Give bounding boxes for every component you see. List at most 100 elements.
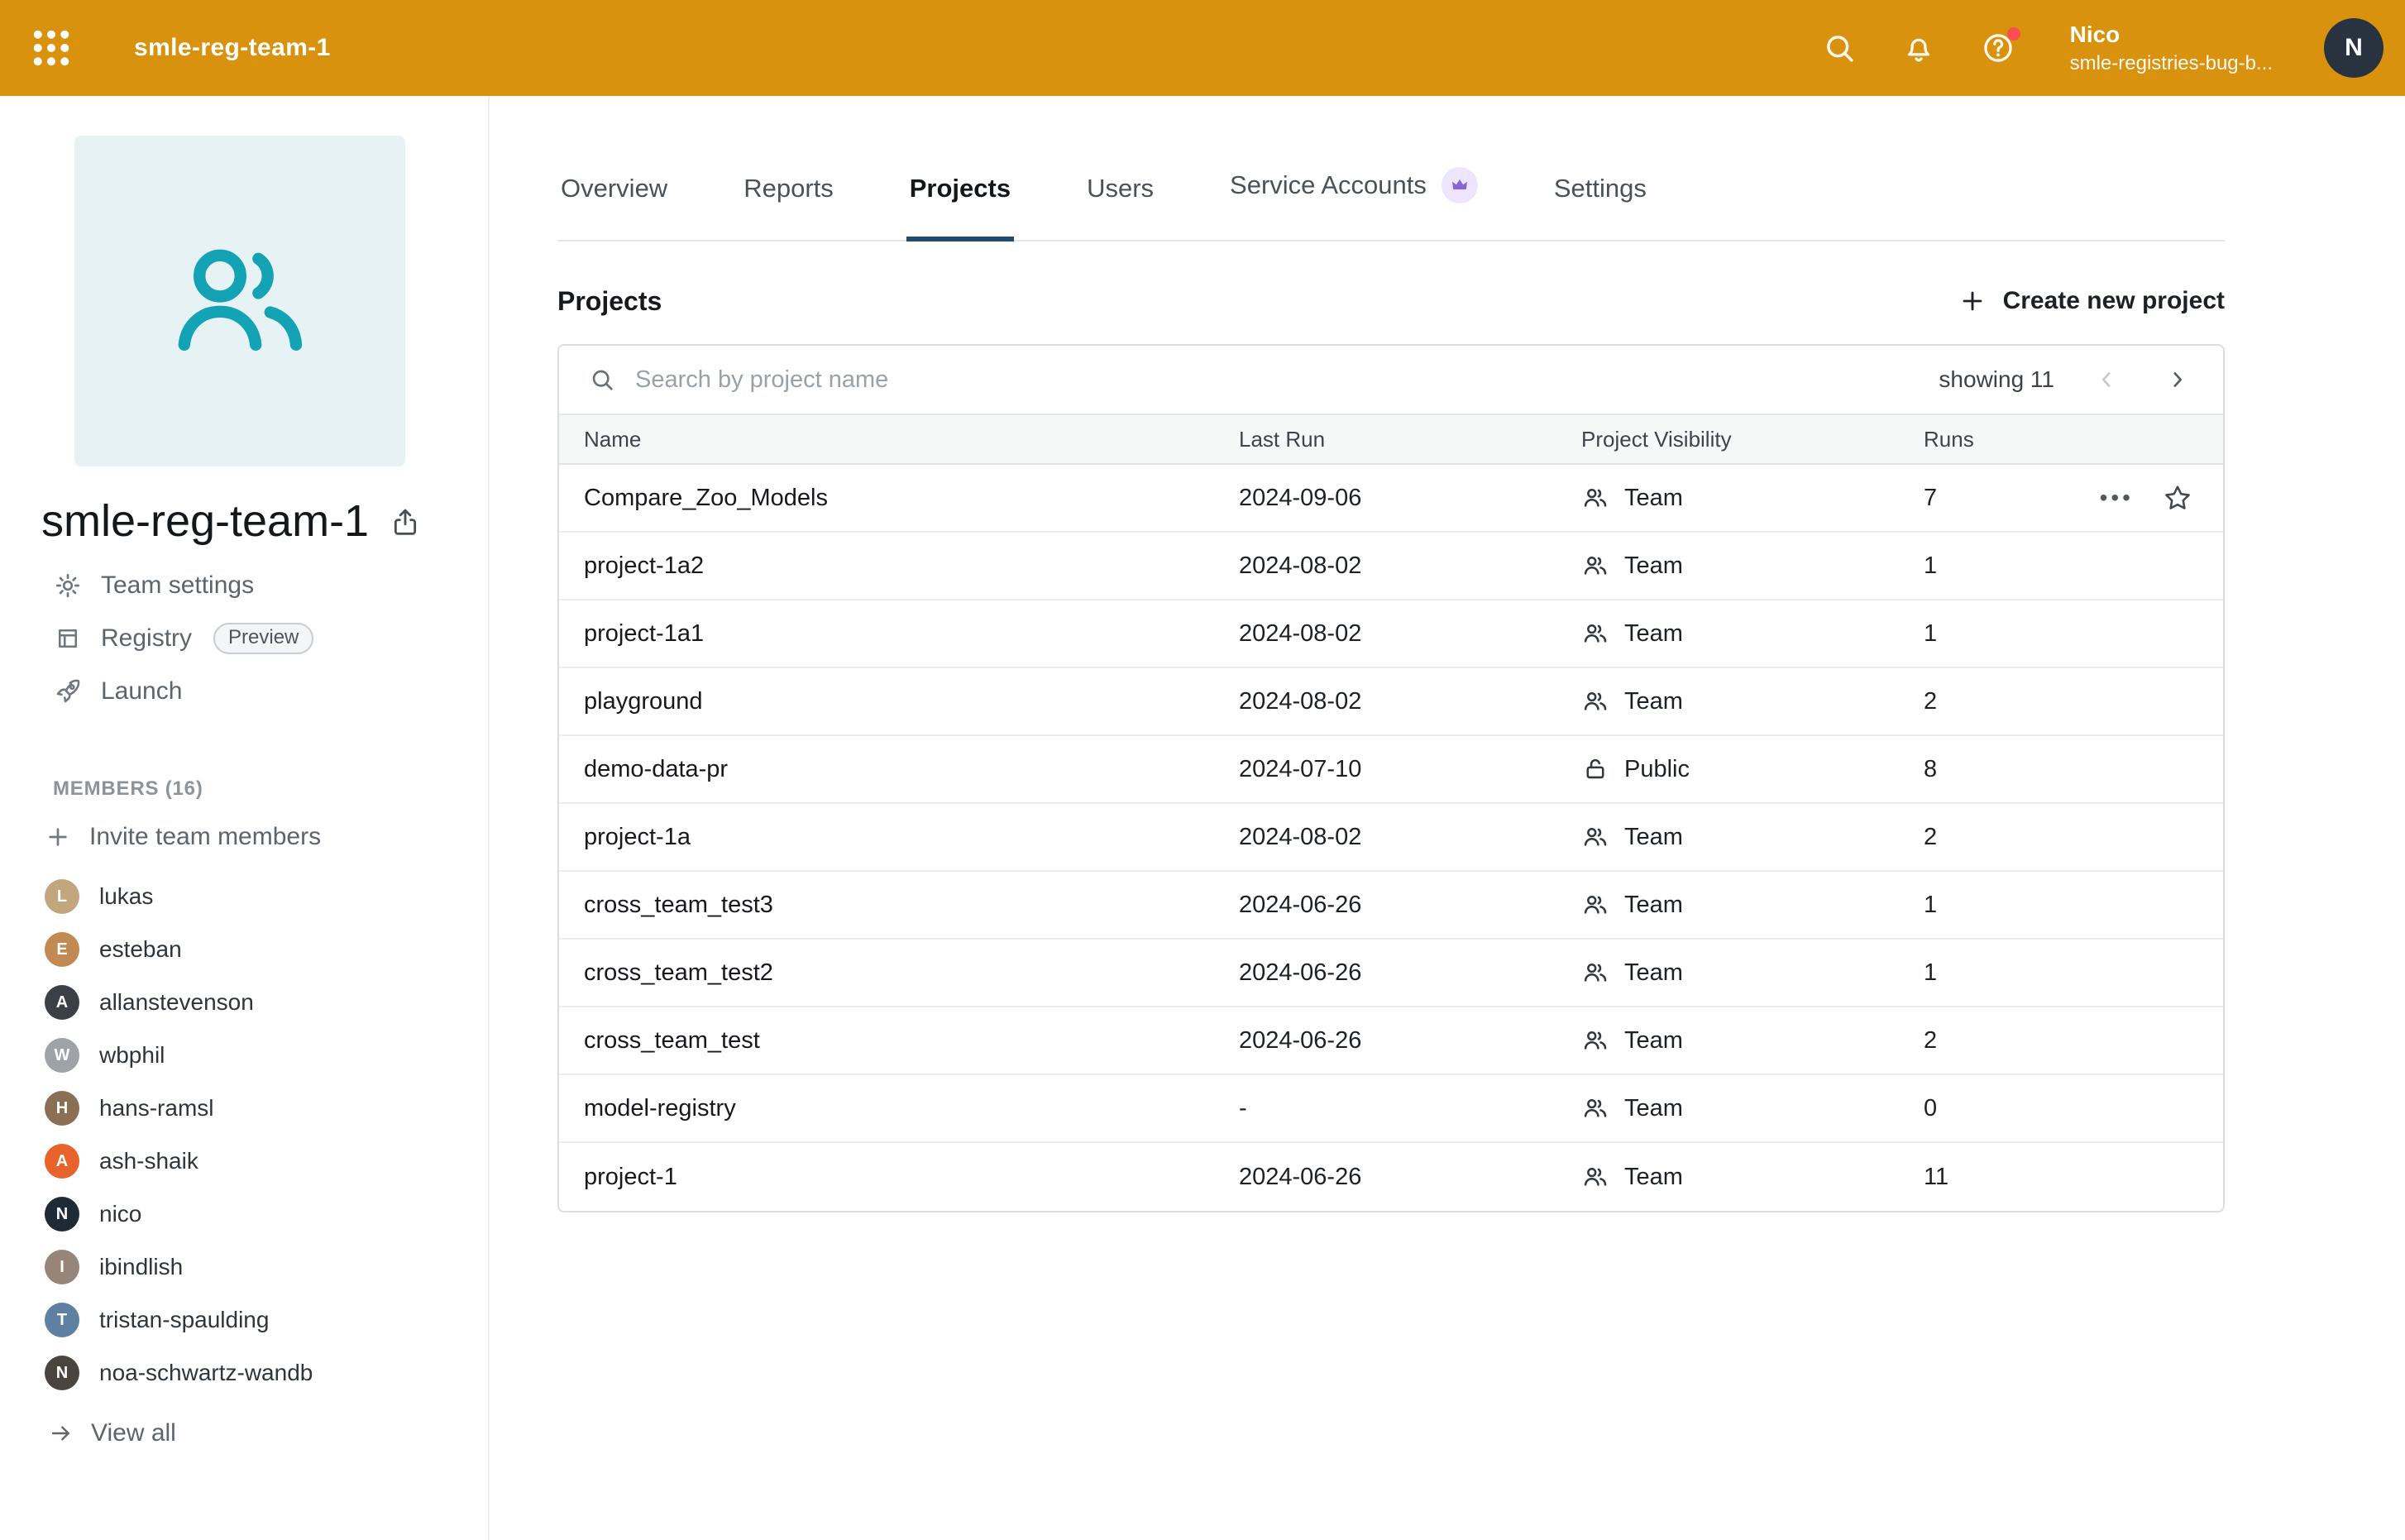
table-row[interactable]: project-1a1 2024-08-02 Team 1 [559,600,2223,668]
project-name[interactable]: cross_team_test2 [559,959,1217,987]
table-row[interactable]: cross_team_test 2024-06-26 Team 2 [559,1007,2223,1075]
share-icon[interactable] [389,506,422,539]
table-row[interactable]: cross_team_test3 2024-06-26 Team 1 [559,872,2223,940]
table-row[interactable]: Compare_Zoo_Models 2024-09-06 Team 7 ••• [559,465,2223,533]
member-item[interactable]: N noa-schwartz-wandb [0,1346,488,1399]
runs-cell: 7 ••• [1902,482,2223,514]
tab-service-accounts[interactable]: Service Accounts [1226,96,1481,242]
visibility-cell: Team [1560,823,1902,851]
visibility-label: Team [1624,688,1683,715]
user-block[interactable]: Nico smle-registries-bug-b... [2070,20,2273,76]
team-icon [1581,1094,1609,1122]
sidebar-item-launch[interactable]: Launch [53,665,488,718]
search-icon[interactable] [1822,31,1857,65]
member-item[interactable]: H hans-ramsl [0,1082,488,1135]
member-name: nico [99,1201,141,1227]
member-item[interactable]: W wbphil [0,1029,488,1082]
runs-cell: 1 [1902,620,2223,648]
table-row[interactable]: project-1a2 2024-08-02 Team 1 [559,533,2223,600]
team-people-icon [160,222,319,380]
project-name[interactable]: playground [559,688,1217,715]
team-icon [1581,687,1609,715]
visibility-cell: Team [1560,1026,1902,1055]
overflow-menu-icon[interactable]: ••• [2100,486,2134,509]
project-name[interactable]: cross_team_test3 [559,892,1217,919]
sidebar-item-registry[interactable]: Registry Preview [53,612,488,665]
visibility-label: Team [1624,1164,1683,1191]
showing-count: showing 11 [1939,366,2054,393]
help-notification-dot [2007,27,2020,41]
project-name[interactable]: project-1a2 [559,552,1217,580]
visibility-cell: Team [1560,891,1902,919]
project-name[interactable]: model-registry [559,1095,1217,1122]
member-avatar: E [45,932,79,967]
tab-projects[interactable]: Projects [906,103,1014,242]
member-item[interactable]: T tristan-spaulding [0,1294,488,1346]
tab-users[interactable]: Users [1083,103,1157,242]
star-icon[interactable] [2162,482,2193,514]
pagination-next-button[interactable] [2165,367,2190,392]
last-run: - [1217,1095,1560,1122]
notifications-bell-icon[interactable] [1901,31,1936,65]
last-run: 2024-06-26 [1217,1164,1560,1191]
registry-icon [53,624,83,653]
project-name[interactable]: Compare_Zoo_Models [559,485,1217,512]
member-item[interactable]: L lukas [0,870,488,923]
tab-reports[interactable]: Reports [740,103,837,242]
tab-overview[interactable]: Overview [557,103,671,242]
create-new-project-button[interactable]: Create new project [1958,287,2225,315]
visibility-cell: Team [1560,959,1902,987]
last-run: 2024-07-10 [1217,756,1560,783]
runs-count: 2 [1924,1027,1937,1055]
topbar-actions: Nico smle-registries-bug-b... N [1822,18,2405,78]
project-search-input[interactable] [632,365,1922,395]
last-run: 2024-08-02 [1217,688,1560,715]
table-row[interactable]: project-1a 2024-08-02 Team 2 [559,804,2223,872]
table-row[interactable]: project-1 2024-06-26 Team 11 [559,1143,2223,1211]
tab-settings[interactable]: Settings [1551,103,1650,242]
plus-icon [1958,287,1987,315]
member-item[interactable]: A allanstevenson [0,976,488,1029]
last-run: 2024-08-02 [1217,620,1560,648]
user-avatar[interactable]: N [2324,18,2383,78]
table-row[interactable]: cross_team_test2 2024-06-26 Team 1 [559,940,2223,1007]
pagination-prev-button[interactable] [2094,367,2119,392]
member-item[interactable]: I ibindlish [0,1241,488,1294]
project-name[interactable]: demo-data-pr [559,756,1217,783]
member-item[interactable]: E esteban [0,923,488,976]
arrow-right-icon [48,1420,74,1447]
team-name-row: smle-reg-team-1 [41,490,488,552]
project-name[interactable]: project-1a1 [559,620,1217,648]
runs-count: 1 [1924,620,1937,648]
table-row[interactable]: model-registry - Team 0 [559,1075,2223,1143]
avatar-initial: H [56,1099,68,1118]
table-row[interactable]: playground 2024-08-02 Team 2 [559,668,2223,736]
topbar-team-title: smle-reg-team-1 [134,34,331,62]
member-avatar: I [45,1250,79,1284]
user-name: Nico [2070,20,2273,50]
runs-count: 8 [1924,756,1937,783]
help-icon[interactable] [1981,31,2015,65]
project-name[interactable]: project-1a [559,824,1217,851]
project-name[interactable]: project-1 [559,1164,1217,1191]
avatar-initial: I [60,1258,65,1277]
visibility-cell: Team [1560,619,1902,648]
view-all-members-link[interactable]: View all [48,1419,488,1447]
tab-label: Projects [910,174,1011,203]
wandb-logo-icon[interactable] [30,26,73,69]
row-actions: ••• [2100,482,2193,514]
visibility-cell: Public [1560,755,1902,783]
project-name[interactable]: cross_team_test [559,1027,1217,1055]
rocket-icon [53,677,83,706]
crown-badge [1442,167,1478,203]
member-item[interactable]: A ash-shaik [0,1135,488,1188]
tab-label: Reports [743,174,834,203]
main-content: Overview Reports Projects Users Service … [557,96,2225,1212]
visibility-label: Team [1624,1095,1683,1122]
member-item[interactable]: N nico [0,1188,488,1241]
visibility-cell: Team [1560,687,1902,715]
sidebar-item-team-settings[interactable]: Team settings [53,559,488,612]
table-row[interactable]: demo-data-pr 2024-07-10 Public 8 [559,736,2223,804]
invite-team-members-button[interactable]: Invite team members [45,814,488,860]
member-name: wbphil [99,1042,165,1069]
